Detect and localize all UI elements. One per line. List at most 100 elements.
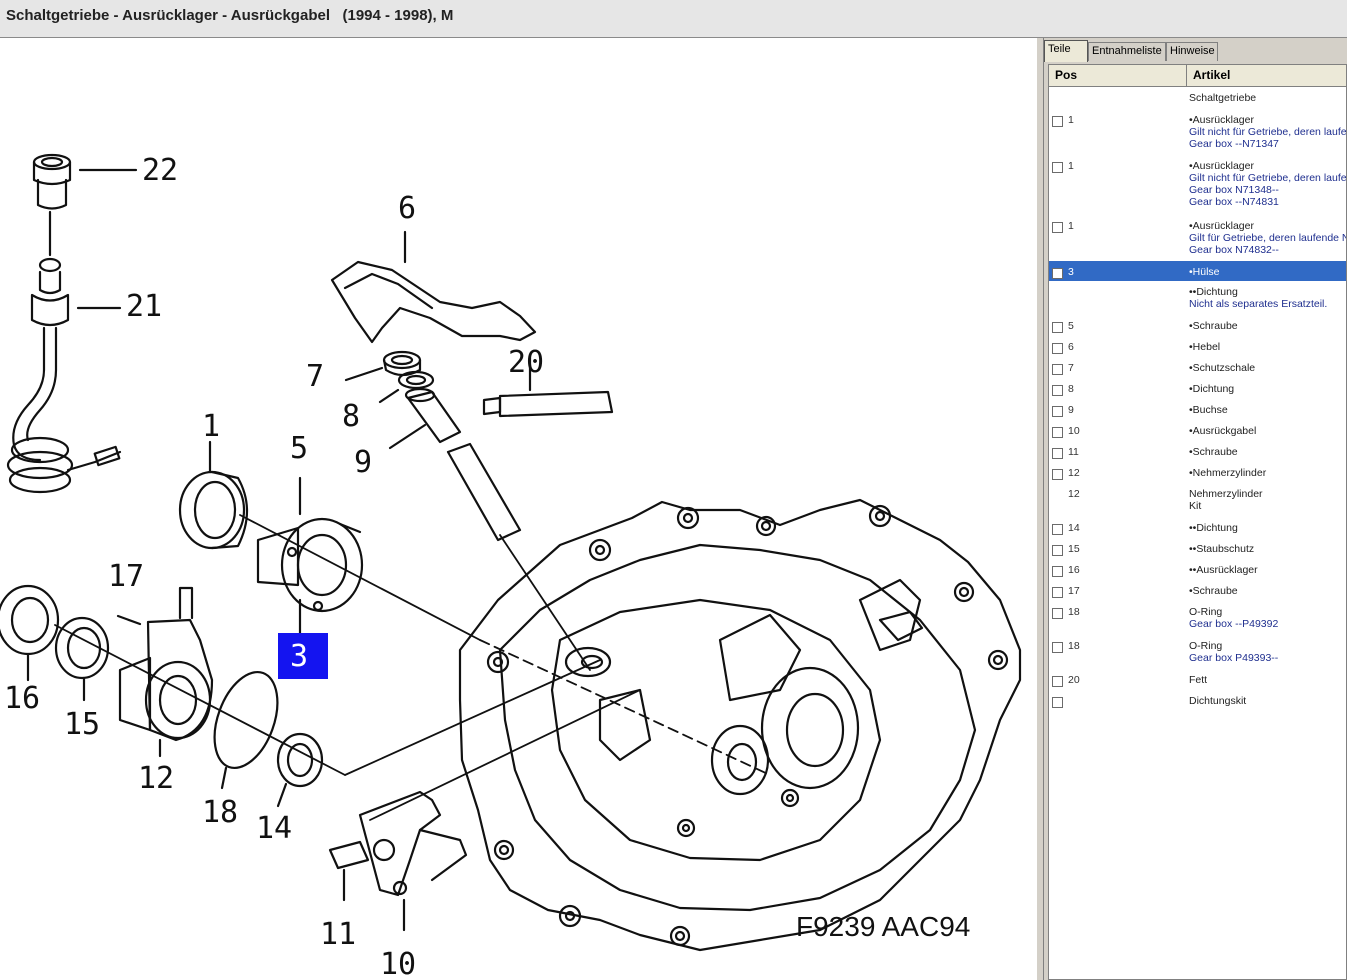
table-row[interactable]: ••Dichtung Nicht als separates Ersatzteil… (1049, 281, 1346, 315)
row-checkbox[interactable] (1052, 385, 1063, 396)
row-artikel: O-Ring Gear box --P49392 (1189, 606, 1346, 630)
callout-20[interactable]: 20 (508, 345, 544, 380)
callout-15[interactable]: 15 (64, 707, 100, 742)
row-artikel: •Schraube (1189, 320, 1346, 332)
row-checkbox[interactable] (1052, 587, 1063, 598)
row-checkbox[interactable] (1052, 222, 1063, 233)
row-checkbox[interactable] (1052, 364, 1063, 375)
row-artikel-name: •Ausrücklager (1189, 220, 1254, 232)
table-row[interactable]: 12 •Nehmerzylinder (1049, 462, 1346, 483)
diagram-code: F9239 AAC94 (796, 911, 970, 942)
column-header-pos[interactable]: Pos (1049, 65, 1187, 87)
callout-8[interactable]: 8 (342, 399, 360, 434)
row-checkbox[interactable] (1052, 676, 1063, 687)
tab-hinweise[interactable]: Hinweise (1166, 42, 1218, 61)
row-artikel-name: •Buchse (1189, 404, 1228, 416)
row-artikel-name: ••Ausrücklager (1189, 564, 1258, 576)
row-artikel-name: Dichtungskit (1189, 695, 1247, 707)
row-checkbox[interactable] (1052, 566, 1063, 577)
table-row[interactable]: Schaltgetriebe (1049, 87, 1346, 109)
row-artikel: Fett (1189, 674, 1346, 686)
table-row[interactable]: 1 •Ausrücklager Gilt für Getriebe, deren l… (1049, 215, 1346, 261)
row-artikel-name: ••Staubschutz (1189, 543, 1255, 555)
table-row[interactable]: 18 O-Ring Gear box --P49392 (1049, 601, 1346, 635)
callout-1[interactable]: 1 (202, 409, 220, 444)
table-row[interactable]: 15 ••Staubschutz (1049, 538, 1346, 559)
table-row[interactable]: 16 ••Ausrücklager (1049, 559, 1346, 580)
column-header-artikel[interactable]: Artikel (1187, 65, 1346, 87)
table-row[interactable]: 11 •Schraube (1049, 441, 1346, 462)
row-artikel: •Schutzschale (1189, 362, 1346, 374)
row-checkbox[interactable] (1052, 427, 1063, 438)
row-artikel-name: •Ausrückgabel (1189, 425, 1257, 437)
exploded-diagram[interactable]: 22 21 6 7 8 20 9 1 5 17 16 15 12 18 14 1… (0, 40, 1036, 980)
table-row[interactable]: 9 •Buchse (1049, 399, 1346, 420)
row-pos: 14 (1068, 522, 1080, 534)
callout-17[interactable]: 17 (108, 559, 144, 594)
row-checkbox[interactable] (1052, 642, 1063, 653)
callout-9[interactable]: 9 (354, 445, 372, 480)
row-checkbox[interactable] (1052, 697, 1063, 708)
row-pos: 9 (1068, 404, 1074, 416)
callout-11[interactable]: 11 (320, 917, 356, 952)
callout-12[interactable]: 12 (138, 761, 174, 796)
row-note: Nicht als separates Ersatzteil. (1189, 298, 1328, 310)
tab-entnahmeliste[interactable]: Entnahmeliste (1088, 42, 1166, 61)
row-pos: 17 (1068, 585, 1080, 597)
row-checkbox[interactable] (1052, 268, 1063, 279)
row-artikel-name: •Hülse (1189, 266, 1220, 278)
callout-22[interactable]: 22 (142, 153, 178, 188)
part-22-sleeve (32, 153, 138, 210)
row-checkbox[interactable] (1052, 406, 1063, 417)
table-row[interactable]: 3 •Hülse (1049, 261, 1346, 281)
row-checkbox[interactable] (1052, 322, 1063, 333)
callout-7[interactable]: 7 (306, 359, 324, 394)
row-pos: 5 (1068, 320, 1074, 332)
row-checkbox[interactable] (1052, 162, 1063, 173)
table-row[interactable]: 10 •Ausrückgabel (1049, 420, 1346, 441)
row-artikel-name: ••Dichtung (1189, 286, 1238, 298)
row-artikel-name: ••Dichtung (1189, 522, 1238, 534)
row-checkbox[interactable] (1052, 343, 1063, 354)
table-row[interactable]: Dichtungskit (1049, 690, 1346, 711)
row-artikel-name: •Ausrücklager (1189, 160, 1254, 172)
table-row[interactable]: 5 •Schraube (1049, 315, 1346, 336)
diagram-drawing: 22 21 6 7 8 20 9 1 5 17 16 15 12 18 14 1… (0, 153, 1022, 980)
row-checkbox[interactable] (1052, 116, 1063, 127)
callout-5[interactable]: 5 (290, 431, 308, 466)
panel-splitter[interactable] (1036, 38, 1044, 980)
row-pos: 8 (1068, 383, 1074, 395)
callout-14[interactable]: 14 (256, 811, 292, 846)
table-row[interactable]: 8 •Dichtung (1049, 378, 1346, 399)
row-checkbox[interactable] (1052, 524, 1063, 535)
row-checkbox[interactable] (1052, 608, 1063, 619)
callout-16[interactable]: 16 (4, 681, 40, 716)
table-row[interactable]: 7 •Schutzschale (1049, 357, 1346, 378)
table-row[interactable]: 20 Fett (1049, 669, 1346, 690)
callout-21[interactable]: 21 (126, 289, 162, 324)
row-pos: 16 (1068, 564, 1080, 576)
callout-3[interactable]: 3 (290, 639, 308, 674)
table-row[interactable]: 12 Nehmerzylinder Kit (1049, 483, 1346, 517)
table-row[interactable]: 1 •Ausrücklager Gilt nicht für Getriebe, d… (1049, 109, 1346, 155)
row-artikel-name: •Schraube (1189, 320, 1238, 332)
row-artikel-name: •Ausrücklager (1189, 114, 1254, 126)
row-artikel-name: •Schutzschale (1189, 362, 1256, 374)
row-pos: 1 (1068, 220, 1074, 232)
callout-18[interactable]: 18 (202, 795, 238, 830)
table-row[interactable]: 17 •Schraube (1049, 580, 1346, 601)
callout-6[interactable]: 6 (398, 191, 416, 226)
row-artikel: •Dichtung (1189, 383, 1346, 395)
table-row[interactable]: 14 ••Dichtung (1049, 517, 1346, 538)
tab-teile[interactable]: Teile (1044, 40, 1088, 62)
callout-10[interactable]: 10 (380, 947, 416, 980)
row-artikel: •Ausrücklager Gilt nicht für Getriebe, de… (1189, 160, 1346, 208)
table-row[interactable]: 18 O-Ring Gear box P49393-- (1049, 635, 1346, 669)
table-row[interactable]: 6 •Hebel (1049, 336, 1346, 357)
table-row[interactable]: 1 •Ausrücklager Gilt nicht für Getriebe, d… (1049, 155, 1346, 215)
row-checkbox[interactable] (1052, 448, 1063, 459)
row-checkbox[interactable] (1052, 469, 1063, 480)
part-10-11-fork (328, 790, 468, 932)
row-checkbox[interactable] (1052, 545, 1063, 556)
row-artikel: •Ausrückgabel (1189, 425, 1346, 437)
